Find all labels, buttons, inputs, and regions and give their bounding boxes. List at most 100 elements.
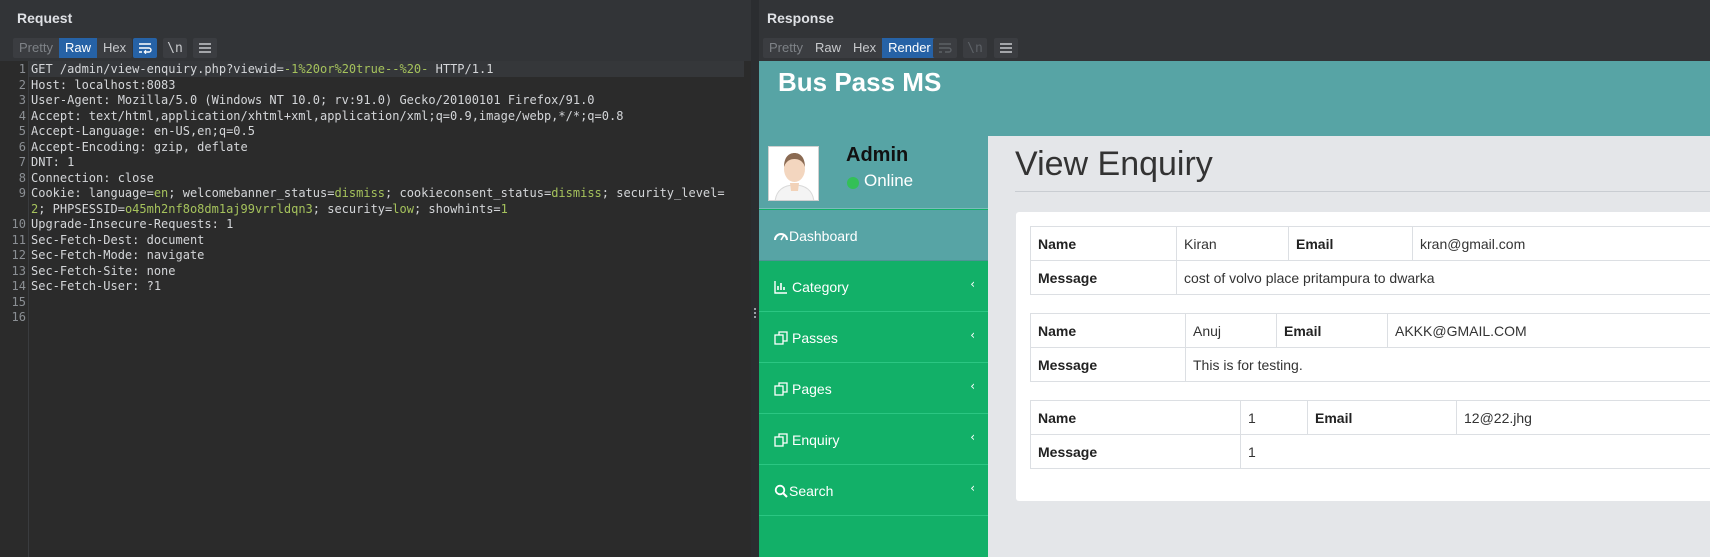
table-row: Name Kiran Email kran@gmail.com <box>1030 226 1710 261</box>
nav-label: Enquiry <box>792 432 840 448</box>
code-line: 2; PHPSESSID=o45mh2nf8o8dm1aj99vrrldqn3;… <box>31 202 508 218</box>
param-value: 1 <box>500 201 508 216</box>
nav-label: Search <box>789 483 834 499</box>
dashboard-icon <box>774 233 788 241</box>
code-text: Cookie: language= <box>31 186 154 200</box>
wrap-lines-icon <box>939 43 952 53</box>
code-line: Accept-Language: en-US,en;q=0.5 <box>31 124 255 140</box>
code-text: User-Agent: Mozilla/5.0 (Windows NT 10.0… <box>31 93 595 107</box>
message-label: Message <box>1030 434 1241 469</box>
response-menu-button[interactable] <box>994 38 1018 58</box>
name-label: Name <box>1030 400 1241 435</box>
code-text: ; welcomebanner_status= <box>168 186 335 200</box>
code-text: Sec-Fetch-Mode: navigate <box>31 248 205 262</box>
code-line: User-Agent: Mozilla/5.0 (Windows NT 10.0… <box>31 93 595 109</box>
chevron-left-icon: ‹ <box>970 481 975 495</box>
avatar <box>768 146 819 201</box>
site-header: Bus Pass MS <box>759 61 1710 136</box>
enquiry-box: Name Kiran Email kran@gmail.com Message … <box>1016 212 1710 501</box>
name-value: Kiran <box>1176 226 1289 261</box>
request-editor[interactable]: 1 2 3 4 5 6 7 8 9 10 11 12 13 14 15 16 GET /admin/view-… <box>8 61 744 557</box>
main-content: View Enquiry Name Kiran Email kran@gmail… <box>988 136 1710 557</box>
table-row: Name 1 Email 12@22.jhg <box>1030 400 1710 435</box>
enquiry-table: Name Kiran Email kran@gmail.com Message … <box>1030 226 1710 295</box>
code-line: Accept-Encoding: gzip, deflate <box>31 140 248 156</box>
site-title[interactable]: Bus Pass MS <box>778 67 941 98</box>
line-number: 14 <box>11 279 26 293</box>
line-number: 15 <box>11 294 26 309</box>
rendered-page: Bus Pass MS Admin Online Dashboard Categ… <box>759 61 1710 557</box>
tab-pretty[interactable]: Pretty <box>763 38 809 58</box>
tab-hex[interactable]: Hex <box>97 38 132 58</box>
tab-hex[interactable]: Hex <box>847 38 882 58</box>
name-value: Anuj <box>1185 313 1277 348</box>
newline-icon: \n <box>167 40 183 56</box>
nav-passes[interactable]: Passes ‹ <box>759 312 988 363</box>
param-value: o45mh2nf8o8dm1aj99vrrldqn3 <box>124 201 313 216</box>
code-text: ; showhints= <box>413 201 501 216</box>
code-line: Upgrade-Insecure-Requests: 1 <box>31 217 233 233</box>
name-label: Name <box>1030 226 1177 261</box>
line-number-gutter: 1 2 3 4 5 6 7 8 9 10 11 12 13 14 15 16 <box>8 61 29 557</box>
copy-icon <box>774 331 788 345</box>
nav-label: Dashboard <box>789 228 858 244</box>
wrap-lines-button[interactable] <box>933 38 957 58</box>
request-menu-button[interactable] <box>193 38 217 58</box>
code-line: Connection: close <box>31 171 154 187</box>
code-text: viewid <box>233 62 277 76</box>
bar-chart-icon <box>774 281 787 294</box>
show-newlines-button[interactable]: \n <box>963 38 987 58</box>
line-number: 7 <box>18 155 26 169</box>
code-line: Host: localhost:8083 <box>31 78 176 94</box>
code-line: Sec-Fetch-Mode: navigate <box>31 248 204 264</box>
name-label: Name <box>1030 313 1186 348</box>
response-pane: Response Pretty Raw Hex Render \n Bus Pa… <box>759 0 1710 557</box>
param-value: low <box>392 201 414 216</box>
code-line: Cookie: language=en; welcomebanner_statu… <box>31 186 725 202</box>
line-number: 1 <box>18 62 26 76</box>
nav-enquiry[interactable]: Enquiry ‹ <box>759 414 988 465</box>
copy-icon <box>774 382 788 396</box>
code-text: Sec-Fetch-Site: none <box>31 263 176 278</box>
page-title: View Enquiry <box>1015 145 1213 183</box>
table-row: Message This is for testing. <box>1030 347 1710 382</box>
response-header: Response Pretty Raw Hex Render \n <box>759 0 1710 61</box>
request-view-tabs: Pretty Raw Hex <box>13 38 133 58</box>
line-number: 11 <box>11 232 26 247</box>
tab-render[interactable]: Render <box>882 38 937 58</box>
table-row: Name Anuj Email AKKK@GMAIL.COM <box>1030 313 1710 348</box>
show-newlines-button[interactable]: \n <box>163 38 187 58</box>
code-text: Upgrade-Insecure-Requests: 1 <box>31 217 234 231</box>
code-text: = <box>276 62 284 76</box>
code-text: ; security_level= <box>601 186 725 200</box>
email-label: Email <box>1307 400 1457 435</box>
user-avatar-icon <box>769 147 818 200</box>
code-text: DNT: 1 <box>31 155 75 169</box>
message-label: Message <box>1030 260 1177 295</box>
line-number: 4 <box>18 108 26 123</box>
online-status-icon <box>847 177 859 189</box>
nav-dashboard[interactable]: Dashboard <box>759 210 988 261</box>
nav-category[interactable]: Category ‹ <box>759 261 988 312</box>
tab-pretty[interactable]: Pretty <box>13 38 59 58</box>
code-text: HTTP/1.1 <box>428 62 494 76</box>
code-text: Host: localhost:8083 <box>31 77 176 92</box>
code-text: Accept-Language: en-US,en;q=0.5 <box>31 124 255 138</box>
wrap-lines-button[interactable] <box>133 38 157 58</box>
hamburger-icon <box>199 43 211 53</box>
pane-splitter[interactable] <box>751 0 759 557</box>
tab-raw[interactable]: Raw <box>58 38 97 58</box>
newline-icon: \n <box>967 40 983 56</box>
param-value: dismiss <box>334 186 386 200</box>
tab-raw[interactable]: Raw <box>809 38 847 58</box>
code-line: GET /admin/view-enquiry.php?viewid=-1%20… <box>31 62 493 78</box>
line-number: 6 <box>18 139 26 154</box>
email-value: kran@gmail.com <box>1412 226 1710 261</box>
line-number: 12 <box>11 248 26 262</box>
nav-label: Pages <box>792 381 832 397</box>
nav-search[interactable]: Search ‹ <box>759 465 988 516</box>
code-line: Sec-Fetch-User: ?1 <box>31 279 161 295</box>
divider <box>1015 191 1710 192</box>
nav-pages[interactable]: Pages ‹ <box>759 363 988 414</box>
hamburger-icon <box>1000 43 1012 53</box>
